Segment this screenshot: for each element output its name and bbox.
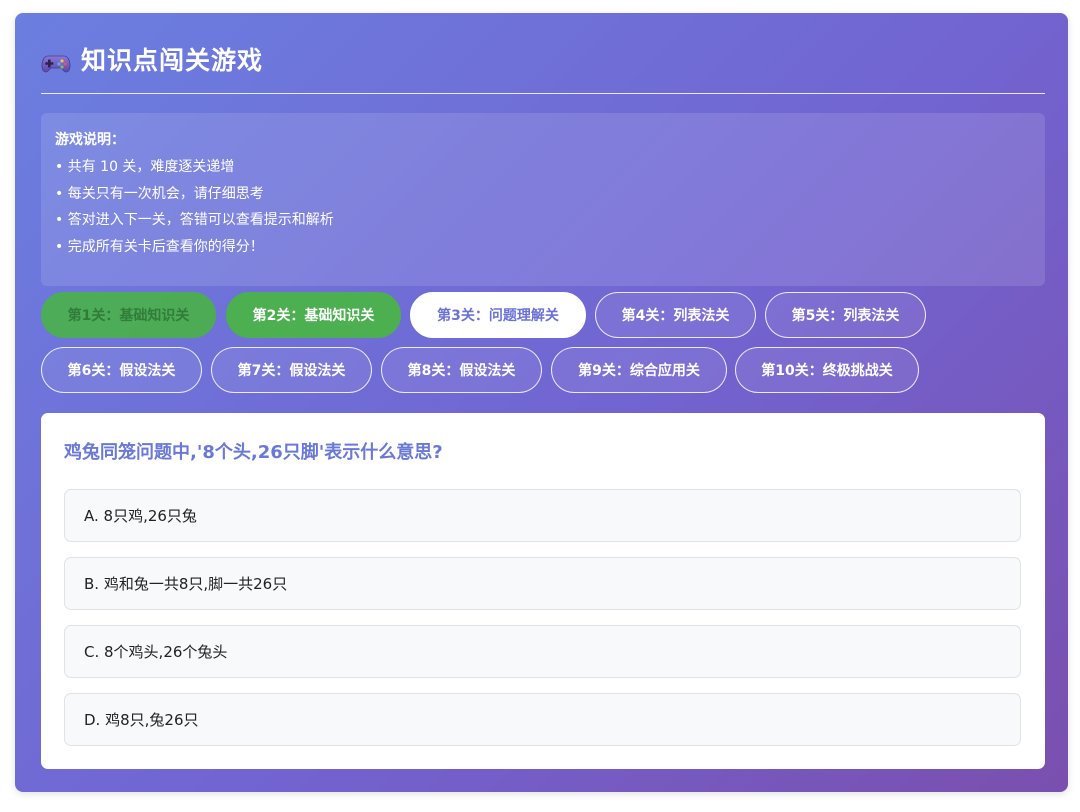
instruction-rule: • 完成所有关卡后查看你的得分！ bbox=[55, 238, 264, 255]
game-card: 知识点闯关游戏 游戏说明： • 共有 10 关，难度逐关递增 • 每关只有一次机… bbox=[15, 13, 1068, 792]
instruction-rule: • 共有 10 关，难度逐关递增 bbox=[55, 159, 235, 175]
instructions-panel: 游戏说明： • 共有 10 关，难度逐关递增 • 每关只有一次机会，请仔细思考 … bbox=[41, 113, 1045, 286]
level-button-7[interactable]: 第7关：假设法关 bbox=[211, 347, 372, 393]
level-button-5[interactable]: 第5关：列表法关 bbox=[765, 292, 926, 338]
question-text: 鸡兔同笼问题中,'8个头,26只脚'表示什么意思? bbox=[64, 442, 443, 463]
level-button-9[interactable]: 第9关：综合应用关 bbox=[551, 347, 727, 393]
instruction-rule: • 每关只有一次机会，请仔细思考 bbox=[55, 185, 264, 202]
instruction-rule: • 答对进入下一关，答错可以查看提示和解析 bbox=[55, 212, 334, 228]
level-button-2[interactable]: 第2关：基础知识关 bbox=[226, 292, 401, 338]
answer-option-c[interactable]: C. 8个鸡头,26个兔头 bbox=[64, 625, 1021, 678]
page-title: 知识点闯关游戏 bbox=[81, 46, 264, 75]
level-button-8[interactable]: 第8关：假设法关 bbox=[381, 347, 542, 393]
level-button-1[interactable]: 第1关：基础知识关 bbox=[41, 292, 216, 338]
page-header: 知识点闯关游戏 bbox=[41, 43, 1045, 94]
instructions-title: 游戏说明： bbox=[55, 132, 125, 148]
answer-option-a[interactable]: A. 8只鸡,26只兔 bbox=[64, 489, 1021, 542]
game-controller-icon bbox=[41, 47, 71, 77]
level-button-6[interactable]: 第6关：假设法关 bbox=[41, 347, 202, 393]
level-button-10[interactable]: 第10关：终极挑战关 bbox=[735, 347, 919, 393]
answer-option-b[interactable]: B. 鸡和兔一共8只,脚一共26只 bbox=[64, 557, 1021, 610]
question-panel: 鸡兔同笼问题中,'8个头,26只脚'表示什么意思? A. 8只鸡,26只兔 B.… bbox=[41, 413, 1045, 769]
level-button-3[interactable]: 第3关：问题理解关 bbox=[410, 292, 586, 338]
level-button-4[interactable]: 第4关：列表法关 bbox=[595, 292, 756, 338]
answer-option-d[interactable]: D. 鸡8只,兔26只 bbox=[64, 693, 1021, 746]
